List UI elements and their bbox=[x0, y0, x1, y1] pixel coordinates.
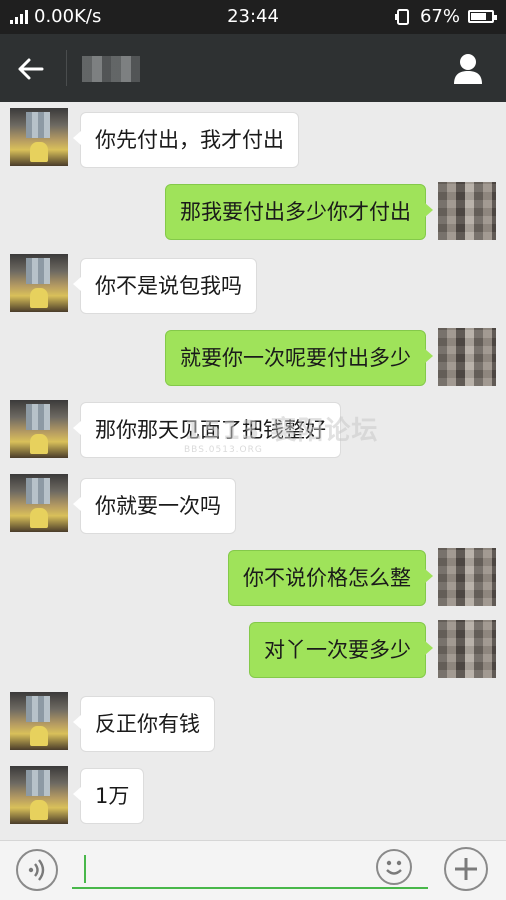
watermark-sub: BBS.0513.ORG bbox=[184, 445, 263, 455]
forum-watermark: 1513 襄阳论坛 BBS.0513.ORG bbox=[184, 410, 378, 455]
contact-avatar[interactable] bbox=[10, 400, 68, 458]
message-list[interactable]: 你先付出，我才付出 那我要付出多少你才付出 你不是说包我吗 就要你一次呢要付出多… bbox=[0, 102, 506, 840]
message-bubble-incoming[interactable]: 反正你有钱 bbox=[73, 696, 215, 752]
status-right: 67% bbox=[394, 6, 497, 27]
battery-fill bbox=[471, 13, 486, 20]
voice-icon-glyph bbox=[28, 859, 45, 881]
message-bubble-outgoing[interactable]: 那我要付出多少你才付出 bbox=[165, 184, 433, 240]
message-bubble-incoming[interactable]: 你不是说包我吗 bbox=[73, 258, 257, 314]
contact-avatar[interactable] bbox=[10, 254, 68, 312]
watermark-main: 1513 襄阳论坛 bbox=[184, 416, 379, 446]
my-avatar[interactable] bbox=[438, 548, 496, 606]
contact-name-blurred bbox=[82, 56, 140, 82]
voice-icon[interactable] bbox=[16, 849, 58, 891]
message-bubble-incoming[interactable]: 你先付出，我才付出 bbox=[73, 112, 299, 168]
message-bubble-incoming[interactable]: 你就要一次吗 bbox=[73, 478, 236, 534]
text-cursor bbox=[84, 855, 86, 883]
contact-avatar[interactable] bbox=[10, 474, 68, 532]
message-bubble-outgoing[interactable]: 就要你一次呢要付出多少 bbox=[165, 330, 433, 386]
contact-avatar[interactable] bbox=[10, 108, 68, 166]
rotation-lock-icon bbox=[394, 8, 409, 25]
input-bar bbox=[0, 840, 506, 900]
battery-icon bbox=[468, 10, 497, 23]
smiley-icon[interactable] bbox=[376, 849, 412, 885]
arrow-left-icon[interactable] bbox=[16, 54, 46, 84]
my-avatar[interactable] bbox=[438, 620, 496, 678]
plus-icon-glyph bbox=[455, 858, 477, 880]
contact-avatar[interactable] bbox=[10, 692, 68, 750]
message-bubble-incoming[interactable]: 1万 bbox=[72, 768, 145, 824]
battery-percent: 67% bbox=[419, 6, 460, 27]
status-bar: 0.00K/s 23:44 67% bbox=[0, 0, 506, 34]
my-avatar[interactable] bbox=[438, 182, 496, 240]
person-icon[interactable] bbox=[452, 52, 484, 84]
message-input[interactable] bbox=[72, 849, 428, 889]
chat-header bbox=[0, 34, 506, 102]
message-bubble-outgoing[interactable]: 你不说价格怎么整 bbox=[228, 550, 433, 606]
smiley-icon-glyph bbox=[386, 860, 402, 875]
contact-avatar[interactable] bbox=[10, 766, 68, 824]
message-bubble-outgoing[interactable]: 对丫一次要多少 bbox=[249, 622, 433, 678]
header-divider bbox=[66, 50, 67, 86]
plus-icon[interactable] bbox=[444, 847, 488, 891]
my-avatar[interactable] bbox=[438, 328, 496, 386]
